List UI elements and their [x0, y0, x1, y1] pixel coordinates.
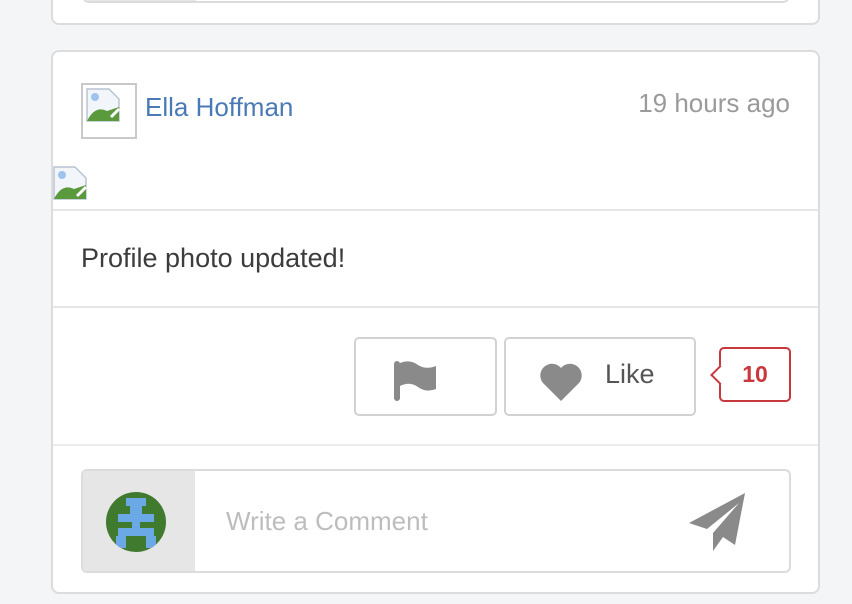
flag-icon: [394, 361, 436, 401]
flag-button[interactable]: [354, 337, 497, 416]
previous-post-card: [51, 0, 820, 25]
comment-input[interactable]: [197, 471, 657, 571]
post-actions: Like 10: [53, 308, 818, 446]
like-button[interactable]: Like: [504, 337, 696, 416]
like-label: Like: [605, 359, 655, 389]
post-header: Ella Hoffman 19 hours ago: [53, 52, 818, 209]
user-avatar: [106, 492, 166, 552]
comment-section: [53, 444, 818, 592]
comment-avatar-area: [83, 471, 195, 571]
post-timestamp: 19 hours ago: [638, 88, 790, 118]
broken-post-image-icon: [53, 166, 87, 200]
send-button[interactable]: [683, 489, 751, 557]
post-text: Profile photo updated!: [81, 243, 346, 273]
like-count-badge: 10: [719, 347, 791, 402]
broken-image-icon: [86, 88, 121, 122]
comment-box: [81, 469, 791, 573]
post-body: Profile photo updated!: [53, 209, 818, 308]
author-name-link[interactable]: Ella Hoffman: [145, 92, 293, 123]
author-avatar[interactable]: [81, 83, 137, 139]
paper-plane-icon: [689, 493, 745, 551]
heart-icon: [540, 363, 582, 401]
post-card: Ella Hoffman 19 hours ago Profile photo …: [51, 50, 820, 594]
previous-comment-avatar-area: [84, 0, 196, 1]
